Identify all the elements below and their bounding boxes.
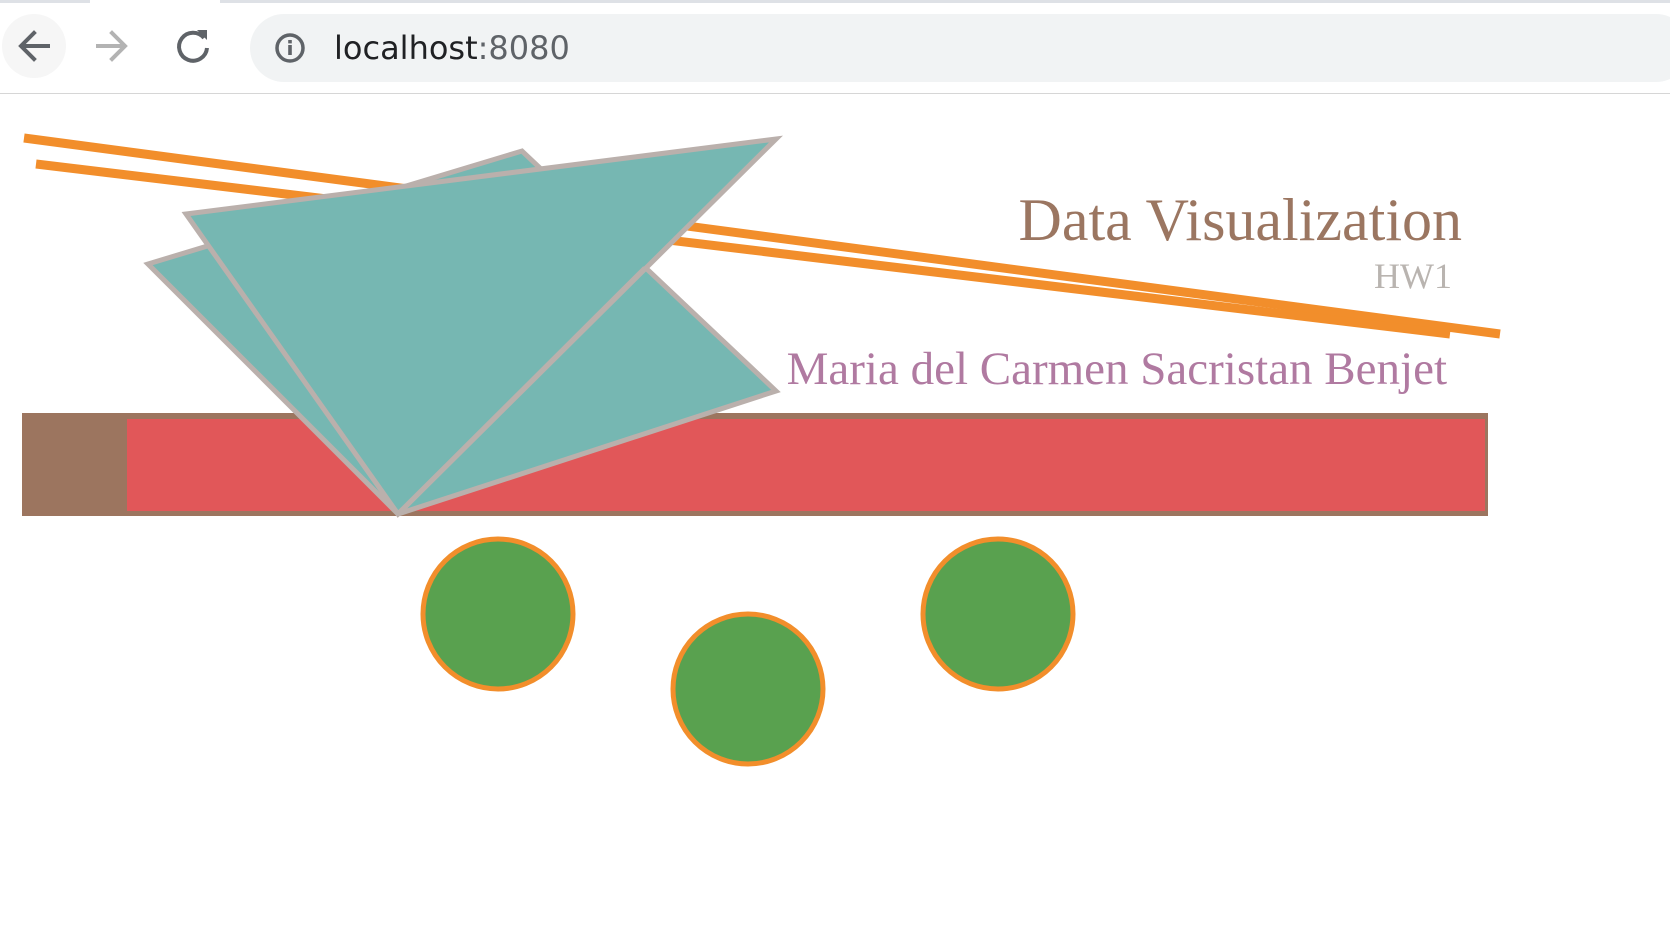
reload-button[interactable]	[161, 14, 225, 78]
browser-toolbar: localhost:8080	[0, 0, 1670, 94]
url-host: localhost	[334, 29, 478, 67]
forward-button[interactable]	[80, 14, 144, 78]
info-circle-icon[interactable]	[274, 32, 306, 64]
url-text: localhost:8080	[334, 30, 570, 66]
url-port: :8080	[477, 29, 570, 67]
active-tab[interactable]	[90, 0, 220, 3]
page-title: Data Visualization	[1019, 187, 1463, 253]
circle-right	[920, 536, 1076, 692]
arrow-left-icon	[18, 30, 50, 62]
reload-icon	[177, 30, 209, 63]
arrow-right-icon	[96, 30, 128, 62]
address-bar[interactable]: localhost:8080	[250, 14, 1670, 82]
visualization-canvas: Data Visualization HW1 Maria del Carmen …	[22, 133, 1501, 767]
page-subtitle: HW1	[1374, 256, 1452, 296]
back-button[interactable]	[2, 14, 66, 78]
circle-left	[420, 536, 576, 692]
tab-strip	[0, 0, 1670, 3]
author-name: Maria del Carmen Sacristan Benjet	[787, 343, 1447, 395]
circle-center	[670, 611, 826, 767]
